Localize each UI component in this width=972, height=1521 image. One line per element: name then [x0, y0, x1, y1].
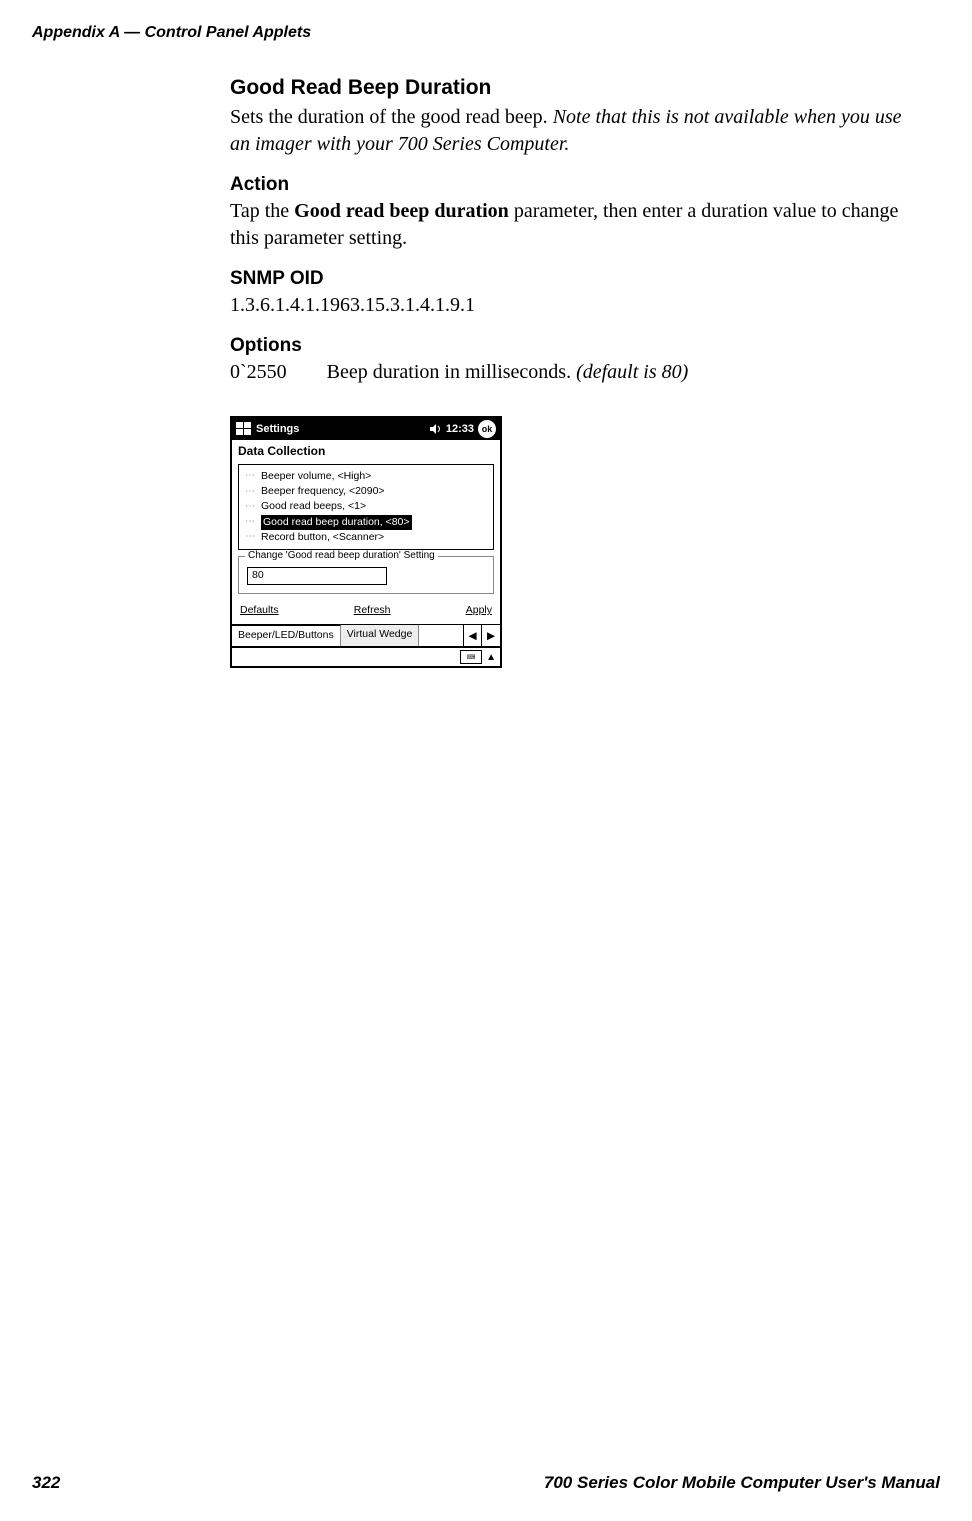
action-title: Action — [230, 174, 910, 196]
action-pre: Tap the — [230, 200, 294, 222]
options-title: Options — [230, 335, 910, 357]
tab-strip: Beeper/LED/Buttons Virtual Wedge ◀ ▶ — [232, 624, 500, 646]
tree-item[interactable]: ⋯Beeper volume, <High> — [245, 469, 491, 484]
tree-label-selected: Good read beep duration, <80> — [261, 515, 412, 530]
tree-item[interactable]: ⋯Good read beeps, <1> — [245, 499, 491, 514]
action-paragraph: Tap the Good read beep duration paramete… — [230, 198, 910, 252]
options-range: 0`2550 — [230, 359, 287, 386]
tab-virtual-wedge[interactable]: Virtual Wedge — [341, 625, 420, 646]
defaults-button[interactable]: Defaults — [240, 604, 279, 616]
tree-label: Good read beeps, <1> — [261, 499, 366, 514]
device-screenshot: Settings 12:33 ok Data Collection ⋯Beepe… — [230, 416, 502, 668]
section-paragraph: Sets the duration of the good read beep.… — [230, 104, 910, 158]
snmp-oid: 1.3.6.1.4.1.1963.15.3.1.4.1.9.1 — [230, 292, 910, 319]
page-footer: 322 700 Series Color Mobile Computer Use… — [32, 1473, 940, 1493]
tab-beeper-led[interactable]: Beeper/LED/Buttons — [232, 624, 341, 646]
section-title: Good Read Beep Duration — [230, 76, 910, 100]
windows-flag-icon[interactable] — [236, 422, 252, 436]
speaker-icon[interactable] — [430, 423, 442, 435]
main-content: Good Read Beep Duration Sets the duratio… — [230, 76, 910, 668]
page-number: 322 — [32, 1473, 60, 1493]
ss-window-bar: Settings 12:33 ok — [232, 418, 500, 440]
ok-button[interactable]: ok — [478, 420, 496, 438]
ss-clock: 12:33 — [446, 423, 474, 435]
ss-bottom-bar: ⌨ ▲ — [232, 646, 500, 666]
refresh-button[interactable]: Refresh — [354, 604, 391, 616]
snmp-title: SNMP OID — [230, 268, 910, 290]
section-para-plain: Sets the duration of the good read beep. — [230, 106, 553, 128]
options-desc-plain: Beep duration in milliseconds. — [327, 361, 576, 383]
tree-item[interactable]: ⋯Record button, <Scanner> — [245, 530, 491, 545]
page-header: Appendix A — Control Panel Applets — [32, 24, 311, 42]
tree-label: Record button, <Scanner> — [261, 530, 384, 545]
tree-label: Beeper frequency, <2090> — [261, 484, 385, 499]
tab-scroll-arrows: ◀ ▶ — [463, 625, 500, 646]
ss-topbar-left: Settings — [236, 422, 299, 436]
keyboard-icon[interactable]: ⌨ — [460, 650, 482, 664]
tree-item[interactable]: ⋯Beeper frequency, <2090> — [245, 484, 491, 499]
parameter-tree[interactable]: ⋯Beeper volume, <High> ⋯Beeper frequency… — [238, 464, 494, 550]
action-bold: Good read beep duration — [294, 200, 509, 222]
button-row: Defaults Refresh Apply — [232, 598, 500, 624]
manual-title: 700 Series Color Mobile Computer User's … — [544, 1473, 940, 1493]
sip-up-icon[interactable]: ▲ — [486, 652, 496, 663]
tab-scroll-left-icon[interactable]: ◀ — [464, 625, 482, 646]
change-setting-group: Change 'Good read beep duration' Setting… — [238, 556, 494, 594]
change-legend: Change 'Good read beep duration' Setting — [245, 550, 438, 561]
ss-topbar-right: 12:33 ok — [430, 420, 496, 438]
options-row: 0`2550 Beep duration in milliseconds. (d… — [230, 359, 910, 386]
ss-app-title: Data Collection — [232, 440, 500, 460]
ss-settings-label: Settings — [256, 423, 299, 435]
tab-scroll-right-icon[interactable]: ▶ — [482, 625, 500, 646]
tree-label: Beeper volume, <High> — [261, 469, 371, 484]
apply-button[interactable]: Apply — [466, 604, 492, 616]
options-desc-italic: (default is 80) — [576, 361, 688, 383]
tree-item[interactable]: ⋯Good read beep duration, <80> — [245, 515, 491, 530]
options-desc: Beep duration in milliseconds. (default … — [327, 359, 689, 386]
duration-input[interactable]: 80 — [247, 567, 387, 585]
